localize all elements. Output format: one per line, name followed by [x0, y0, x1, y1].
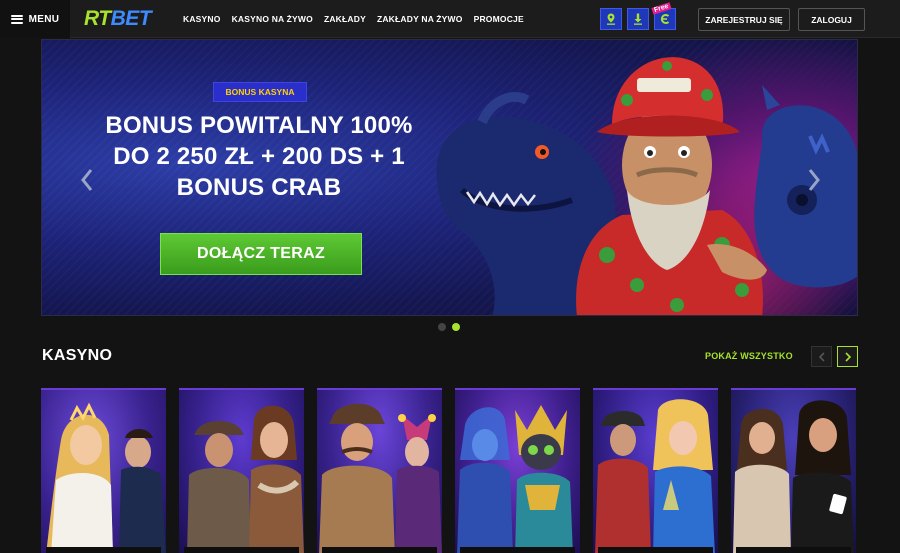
carousel-dots: [438, 323, 460, 331]
menu-label: MENU: [28, 13, 60, 25]
nav-kasyno-na-zywo[interactable]: KASYNO NA ŻYWO: [232, 14, 313, 24]
hero-banner[interactable]: BONUS KASYNA BONUS POWITALNY 100% DO 2 2…: [41, 39, 858, 316]
chevron-right-icon: [844, 351, 851, 362]
games-prev-button[interactable]: [811, 346, 832, 367]
heist-crew-icon: [595, 399, 715, 553]
rtbet-logo[interactable]: RTBET: [84, 7, 152, 31]
hero-title-line2: DO 2 250 ZŁ + 200 DS + 1: [113, 143, 405, 170]
hero-characters-illustration: [436, 57, 857, 315]
card-label-bar: [322, 547, 437, 553]
card-label-bar: [598, 547, 713, 553]
banner-next-arrow-icon[interactable]: [804, 165, 824, 195]
game-card[interactable]: [317, 388, 442, 553]
nav-zaklady-na-zywo[interactable]: ZAKŁADY NA ŻYWO: [377, 14, 463, 24]
location-icon[interactable]: [600, 8, 622, 30]
adventurers-icon: [187, 405, 304, 553]
card-label-bar: [46, 547, 161, 553]
download-icon[interactable]: [627, 8, 649, 30]
logo-bet: BET: [110, 7, 152, 30]
carousel-dot-2[interactable]: [452, 323, 460, 331]
live-dealers-icon: [733, 400, 854, 553]
game-card[interactable]: [179, 388, 304, 553]
hero-title-line3: BONUS CRAB: [176, 174, 342, 201]
sphinx-cat-icon: [457, 405, 573, 553]
show-all-link[interactable]: POKAŻ WSZYSTKO: [705, 351, 793, 361]
chevron-left-icon: [818, 351, 825, 362]
menu-button[interactable]: MENU: [0, 0, 70, 38]
game-card[interactable]: [731, 388, 856, 553]
nav-promocje[interactable]: PROMOCJE: [474, 14, 524, 24]
game-card[interactable]: [593, 388, 718, 553]
nav-zaklady[interactable]: ZAKŁADY: [324, 14, 366, 24]
card-label-bar: [460, 547, 575, 553]
section-title: KASYNO: [42, 347, 113, 364]
game-card[interactable]: [455, 388, 580, 553]
banner-prev-arrow-icon[interactable]: [77, 165, 97, 195]
card-label-bar: [184, 547, 299, 553]
card-label-bar: [736, 547, 851, 553]
hero-title-line1: BONUS POWITALNY 100%: [105, 112, 413, 139]
bonus-badge: BONUS KASYNA: [213, 82, 307, 102]
login-button[interactable]: ZALOGUJ: [798, 8, 865, 31]
detective-and-jester-icon: [319, 403, 442, 553]
nav-kasyno[interactable]: KASYNO: [183, 14, 221, 24]
carousel-dot-1[interactable]: [438, 323, 446, 331]
logo-rt: RT: [84, 7, 111, 30]
top-bar: MENU RTBET KASYNO KASYNO NA ŻYWO ZAKŁADY…: [0, 0, 900, 38]
hero-title: BONUS POWITALNY 100% DO 2 250 ZŁ + 200 D…: [94, 110, 424, 203]
join-now-button[interactable]: DOŁĄCZ TERAZ: [160, 233, 362, 275]
games-next-button[interactable]: [837, 346, 858, 367]
goddess-and-magician-icon: [46, 402, 166, 553]
main-nav: KASYNO KASYNO NA ŻYWO ZAKŁADY ZAKŁADY NA…: [183, 0, 524, 38]
game-cards-row: [41, 388, 856, 553]
register-button[interactable]: ZAREJESTRUJ SIĘ: [698, 8, 790, 31]
hamburger-icon: [10, 14, 23, 24]
game-card[interactable]: [41, 388, 166, 553]
